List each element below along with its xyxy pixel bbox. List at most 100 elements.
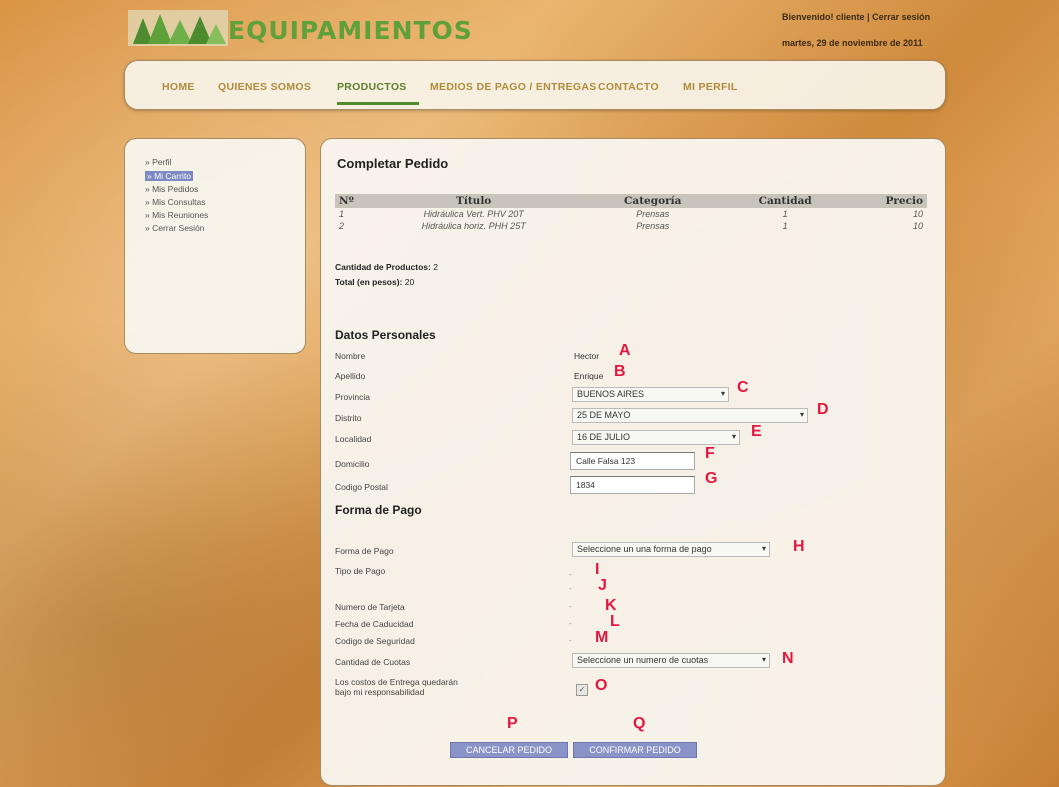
marker-o: O: [595, 677, 608, 694]
marker-d: D: [817, 401, 829, 418]
order-total-label: Total (en pesos):: [335, 277, 403, 287]
chevron-down-icon: ▾: [799, 410, 804, 419]
product-count-value: 2: [433, 262, 438, 272]
sidebar-item-cerrar-sesion[interactable]: » Cerrar Sesión: [145, 223, 205, 233]
domicilio-label: Domicilio: [335, 459, 370, 469]
order-total-value: 20: [404, 277, 415, 287]
cuotas-select[interactable]: Seleccione un numero de cuotas ▾: [572, 653, 770, 668]
cell-cantidad: 1: [782, 221, 788, 231]
fecha-caducidad-empty: -: [569, 619, 572, 628]
localidad-select[interactable]: 16 DE JULIO ▾: [572, 430, 740, 445]
apellido-value: Enrique: [574, 371, 604, 381]
costos-entrega-label: Los costos de Entrega quedarán bajo mi r…: [335, 677, 458, 697]
welcome-text: Bienvenido! cliente: [782, 12, 865, 22]
personal-data-heading: Datos Personales: [335, 328, 436, 342]
numero-tarjeta-label: Numero de Tarjeta: [335, 602, 405, 612]
current-date: martes, 29 de noviembre de 2011: [782, 38, 923, 48]
nav-productos[interactable]: PRODUCTOS: [337, 81, 407, 93]
distrito-label: Distrito: [335, 413, 362, 423]
cuotas-label: Cantidad de Cuotas: [335, 657, 411, 667]
costos-entrega-checkbox[interactable]: ✓: [576, 684, 588, 696]
marker-m: M: [595, 629, 609, 646]
logout-link[interactable]: Cerrar sesión: [872, 12, 930, 22]
cell-categoria: Prensas: [636, 221, 670, 231]
col-header-cantidad: Cantidad: [724, 194, 847, 208]
sidebar-item-mis-consultas[interactable]: » Mis Consultas: [145, 197, 205, 207]
marker-p: P: [507, 715, 518, 732]
col-header-num: Nº: [335, 194, 367, 208]
cell-num: 1: [339, 209, 345, 219]
marker-b: B: [614, 363, 626, 380]
nav-mi-perfil[interactable]: MI PERFIL: [683, 81, 738, 93]
cell-cantidad: 1: [782, 209, 788, 219]
provincia-label: Provincia: [335, 392, 370, 402]
cell-titulo: Hidráulica Vert. PHV 20T: [423, 209, 524, 219]
cell-precio: 10: [912, 221, 923, 231]
order-table: Nº Título Categoría Cantidad Precio 1 Hi…: [335, 194, 927, 232]
chevron-down-icon: ▾: [731, 432, 736, 441]
tipo-pago-label: Tipo de Pago: [335, 566, 386, 576]
confirm-order-button[interactable]: CONFIRMAR PEDIDO: [573, 742, 697, 758]
table-header-row: Nº Título Categoría Cantidad Precio: [335, 194, 927, 208]
cell-precio: 10: [912, 209, 923, 219]
costos-entrega-label-line1: Los costos de Entrega quedarán: [335, 677, 458, 687]
domicilio-input[interactable]: Calle Falsa 123: [570, 452, 695, 470]
codigo-seguridad-label: Codigo de Seguridad: [335, 636, 415, 646]
nombre-value: Hector: [574, 351, 600, 361]
distrito-selected: 25 DE MAYO: [577, 410, 631, 420]
forma-pago-select[interactable]: Seleccione un una forma de pago ▾: [572, 542, 770, 557]
marker-l: L: [610, 613, 620, 630]
cuotas-selected: Seleccione un numero de cuotas: [577, 655, 709, 665]
marker-j: J: [598, 577, 607, 594]
sidebar-item-mis-reuniones[interactable]: » Mis Reuniones: [145, 210, 208, 220]
apellido-label: Apellido: [335, 371, 366, 381]
sidebar-item-mi-carrito[interactable]: » Mi Carrito: [145, 171, 193, 181]
nav-contacto[interactable]: CONTACTO: [598, 81, 659, 93]
codigo-seguridad-empty: -: [569, 636, 572, 645]
marker-a: A: [619, 342, 631, 359]
chevron-down-icon: ▾: [761, 655, 766, 664]
trees-logo-icon: [128, 10, 228, 46]
product-count-label: Cantidad de Productos:: [335, 262, 431, 272]
nav-medios-de-pago[interactable]: MEDIOS DE PAGO / ENTREGAS: [430, 81, 597, 93]
sidebar-item-mis-pedidos[interactable]: » Mis Pedidos: [145, 184, 198, 194]
nav-home[interactable]: HOME: [162, 81, 195, 93]
marker-h: H: [793, 538, 805, 555]
site-logo[interactable]: EQUIPAMIENTOS: [128, 10, 472, 46]
order-total: Total (en pesos): 20: [335, 277, 414, 287]
col-header-titulo: Título: [366, 194, 582, 208]
logo-text: EQUIPAMIENTOS: [228, 16, 473, 45]
product-count: Cantidad de Productos: 2: [335, 262, 438, 272]
distrito-select[interactable]: 25 DE MAYO ▾: [572, 408, 808, 423]
marker-n: N: [782, 650, 794, 667]
sidebar-item-perfil[interactable]: » Perfil: [145, 157, 171, 167]
cell-num: 2: [339, 221, 345, 231]
marker-g: G: [705, 470, 718, 487]
localidad-selected: 16 DE JULIO: [577, 432, 631, 442]
nav-active-indicator: [337, 102, 419, 105]
table-row: 2 Hidráulica horiz. PHH 25T Prensas 1 10: [335, 220, 927, 232]
provincia-select[interactable]: BUENOS AIRES ▾: [572, 387, 729, 402]
sidebar: » Perfil » Mi Carrito » Mis Pedidos » Mi…: [124, 138, 306, 354]
cancel-order-button[interactable]: CANCELAR PEDIDO: [450, 742, 568, 758]
nombre-label: Nombre: [335, 351, 366, 361]
fecha-caducidad-label: Fecha de Caducidad: [335, 619, 414, 629]
chevron-down-icon: ▾: [761, 544, 766, 553]
welcome-bar: Bienvenido! cliente | Cerrar sesión: [782, 12, 930, 22]
marker-e: E: [751, 423, 762, 440]
codigo-postal-input[interactable]: 1834: [570, 476, 695, 494]
marker-c: C: [737, 379, 749, 396]
localidad-label: Localidad: [335, 434, 372, 444]
main-nav: HOME QUIENES SOMOS PRODUCTOS MEDIOS DE P…: [124, 60, 946, 110]
cell-titulo: Hidráulica horiz. PHH 25T: [421, 221, 526, 231]
col-header-precio: Precio: [846, 194, 927, 208]
numero-tarjeta-empty: -: [569, 602, 572, 611]
nav-quienes-somos[interactable]: QUIENES SOMOS: [218, 81, 311, 93]
col-header-categoria: Categoría: [581, 194, 725, 208]
costos-entrega-label-line2: bajo mi responsabilidad: [335, 687, 425, 697]
marker-f: F: [705, 445, 715, 462]
tipo-pago-option-empty: -: [569, 584, 572, 593]
provincia-selected: BUENOS AIRES: [577, 389, 645, 399]
forma-pago-label: Forma de Pago: [335, 546, 394, 556]
forma-pago-selected: Seleccione un una forma de pago: [577, 544, 712, 554]
